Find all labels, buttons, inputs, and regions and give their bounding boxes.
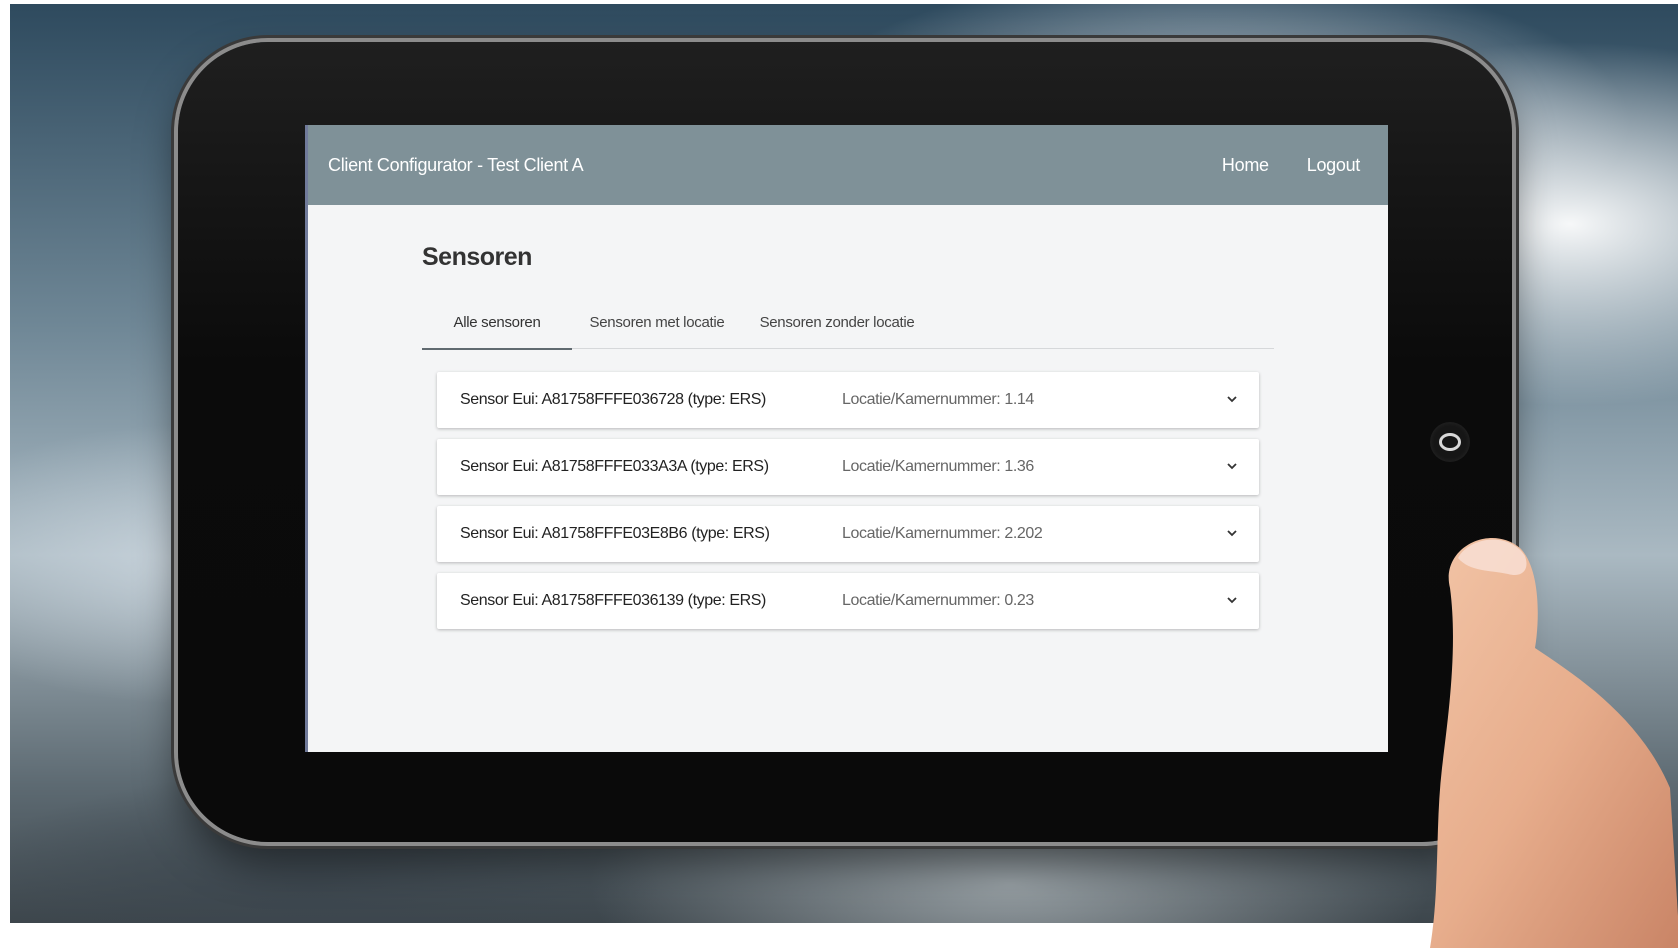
sensor-location: Locatie/Kamernummer: 0.23	[842, 592, 1034, 609]
sensor-eui: Sensor Eui: A81758FFFE033A3A (type: ERS)	[460, 458, 769, 475]
tab-sensoren-zonder-locatie[interactable]: Sensoren zonder locatie	[742, 300, 932, 348]
chevron-down-icon[interactable]	[1225, 593, 1239, 607]
tablet-home-button	[1430, 422, 1470, 462]
app-title: Client Configurator - Test Client A	[328, 154, 584, 175]
tab-alle-sensoren[interactable]: Alle sensoren	[422, 300, 572, 348]
chevron-down-icon[interactable]	[1225, 459, 1239, 473]
sensor-eui: Sensor Eui: A81758FFFE03E8B6 (type: ERS)	[460, 525, 770, 542]
nav-logout-link[interactable]: Logout	[1307, 155, 1361, 176]
sensor-row[interactable]: Sensor Eui: A81758FFFE033A3A (type: ERS)…	[437, 439, 1259, 495]
sensor-tabs: Alle sensoren Sensoren met locatie Senso…	[422, 300, 1274, 350]
chevron-down-icon[interactable]	[1225, 526, 1239, 540]
tablet-screen: Client Configurator - Test Client A Home…	[305, 125, 1388, 752]
sensor-row[interactable]: Sensor Eui: A81758FFFE036728 (type: ERS)…	[437, 372, 1259, 428]
main-content: Sensoren Alle sensoren Sensoren met loca…	[308, 205, 1388, 629]
sensor-eui: Sensor Eui: A81758FFFE036139 (type: ERS)	[460, 592, 766, 609]
chevron-down-icon[interactable]	[1225, 392, 1239, 406]
active-tab-indicator	[422, 348, 572, 350]
sensor-location: Locatie/Kamernummer: 1.36	[842, 458, 1034, 475]
sensor-list: Sensor Eui: A81758FFFE036728 (type: ERS)…	[437, 372, 1259, 629]
sensor-row[interactable]: Sensor Eui: A81758FFFE03E8B6 (type: ERS)…	[437, 506, 1259, 562]
holding-hand	[1430, 538, 1678, 948]
sensor-eui: Sensor Eui: A81758FFFE036728 (type: ERS)	[460, 391, 766, 408]
sensor-location: Locatie/Kamernummer: 2.202	[842, 525, 1043, 542]
sensor-row[interactable]: Sensor Eui: A81758FFFE036139 (type: ERS)…	[437, 573, 1259, 629]
app-bar: Client Configurator - Test Client A Home…	[308, 125, 1388, 205]
page-title: Sensoren	[422, 243, 532, 271]
tab-sensoren-met-locatie[interactable]: Sensoren met locatie	[572, 300, 742, 348]
sensor-location: Locatie/Kamernummer: 1.14	[842, 391, 1034, 408]
top-nav: Home Logout	[1222, 155, 1360, 176]
nav-home-link[interactable]: Home	[1222, 155, 1269, 176]
